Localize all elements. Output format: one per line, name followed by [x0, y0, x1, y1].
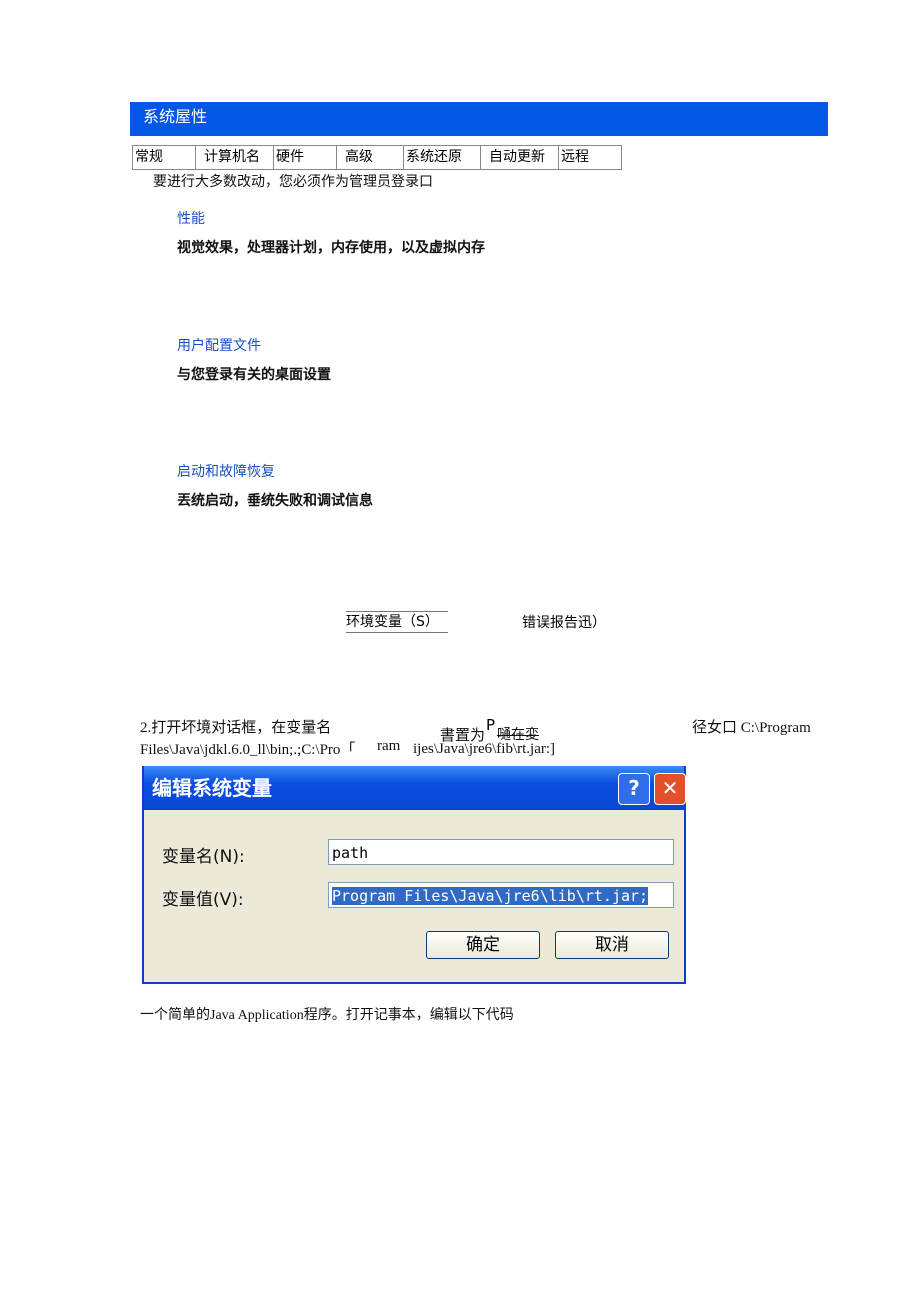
dialog-title: 编辑系统变量	[144, 766, 684, 810]
section-desc-startup-recovery: 丟统启动，垂统失败和调试信息	[177, 493, 373, 509]
document-page: 系统屋性 常规 计算机名 硬件 高级 系统还原 自动更新 远程 要进行大多数改动…	[0, 0, 920, 1302]
variable-value-input[interactable]: Program Files\Java\jre6\lib\rt.jar;	[328, 882, 674, 908]
help-icon[interactable]: ?	[618, 773, 650, 805]
variable-name-label: 变量名(N):	[162, 847, 245, 867]
tab-remote[interactable]: 远程	[559, 146, 621, 169]
section-heading-performance: 性能	[177, 211, 205, 227]
cancel-button[interactable]: 取消	[555, 931, 669, 959]
step-text-line2b: ram	[377, 738, 401, 754]
section-heading-user-profiles: 用户配置文件	[177, 338, 261, 354]
tab-computer-name[interactable]: 计算机名	[196, 146, 274, 169]
tab-advanced[interactable]: 高级	[337, 146, 404, 169]
step-text-line1a: 2.打开坏境对话框，在变量名	[140, 720, 332, 736]
tab-bar: 常规 计算机名 硬件 高级 系统还原 自动更新 远程	[132, 145, 622, 170]
selected-value-text: Program Files\Java\jre6\lib\rt.jar;	[332, 887, 649, 905]
step-text-line2c: ijes\Java\jre6\fib\rt.jar:]	[413, 741, 556, 757]
admin-notice: 要进行大多数改动，您必须作为管理员登录口	[153, 174, 433, 190]
variable-name-input[interactable]: path	[328, 839, 674, 865]
close-icon[interactable]: ✕	[654, 773, 686, 805]
section-desc-performance: 视觉效果，处理器计划，内存使用，以及虚拟内存	[177, 240, 485, 256]
step-text-line1b: 径女口 C:\Program	[692, 720, 811, 736]
step-text-line2a: Files\Java\jdkl.6.0_ll\bin;.;C:\Pro「	[140, 742, 356, 758]
tab-auto-update[interactable]: 自动更新	[481, 146, 559, 169]
ok-button[interactable]: 确定	[426, 931, 540, 959]
tab-hardware[interactable]: 硬件	[274, 146, 337, 169]
variable-value-label: 变量值(V):	[162, 890, 244, 910]
tab-system-restore[interactable]: 系统还原	[404, 146, 481, 169]
window-title-bar: 系统屋性	[130, 102, 828, 136]
edit-system-variable-dialog: 编辑系统变量 ? ✕ 变量名(N): path 变量值(V): Program …	[142, 766, 686, 984]
environment-variables-button[interactable]: 环境变量（S）	[346, 611, 448, 633]
error-reporting-button[interactable]: 错误报告迅）	[522, 612, 606, 632]
section-heading-startup-recovery: 启动和故障恢复	[177, 464, 275, 480]
footer-text: 一个简单的Java Application程序。打开记事本，编辑以下代码	[140, 1008, 514, 1023]
section-desc-user-profiles: 与您登录有关的桌面设置	[177, 367, 331, 383]
tab-general[interactable]: 常规	[133, 146, 196, 169]
step-text-p: P	[486, 716, 496, 734]
